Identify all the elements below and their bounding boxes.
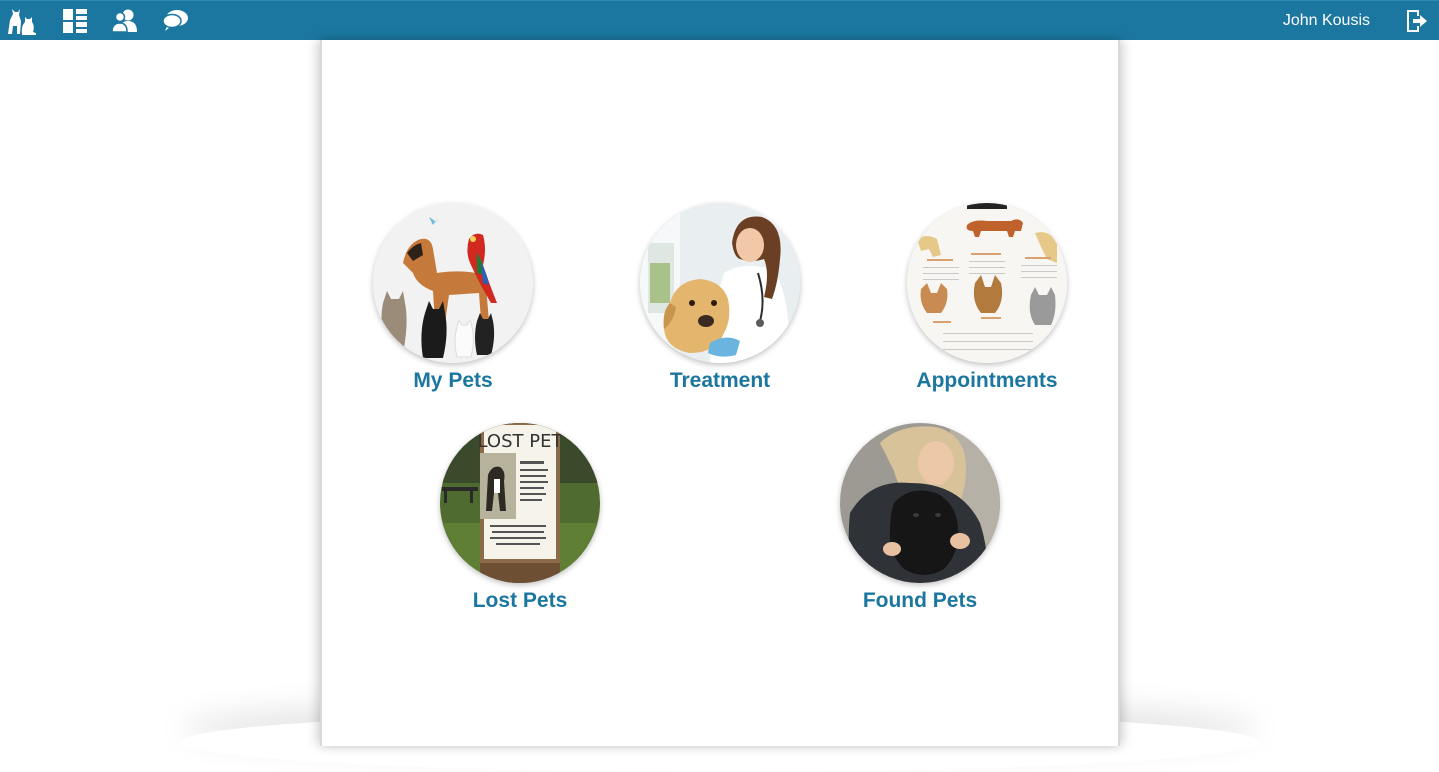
my-pets-tile[interactable]: My Pets bbox=[353, 203, 553, 393]
lost-pets-tile[interactable]: LOST PET Lost Pets bbox=[420, 423, 620, 613]
lost-pets-image[interactable]: LOST PET bbox=[440, 423, 600, 583]
appointments-tile[interactable]: Appointments bbox=[887, 203, 1087, 393]
found-pets-label[interactable]: Found Pets bbox=[820, 589, 1020, 613]
dashboard-icon[interactable] bbox=[58, 5, 92, 37]
treatment-image[interactable] bbox=[640, 203, 800, 363]
pets-logo-icon[interactable] bbox=[4, 5, 38, 37]
appointments-label[interactable]: Appointments bbox=[887, 369, 1087, 393]
treatment-label[interactable]: Treatment bbox=[620, 369, 820, 393]
my-pets-label[interactable]: My Pets bbox=[353, 369, 553, 393]
logout-icon[interactable] bbox=[1403, 8, 1429, 34]
chat-icon[interactable] bbox=[158, 5, 192, 37]
lost-pets-label[interactable]: Lost Pets bbox=[420, 589, 620, 613]
lost-poster-heading: LOST PET bbox=[478, 431, 564, 452]
my-pets-image[interactable] bbox=[373, 203, 533, 363]
users-icon[interactable] bbox=[108, 5, 142, 37]
found-pets-tile[interactable]: Found Pets bbox=[820, 423, 1020, 613]
treatment-tile[interactable]: Treatment bbox=[620, 203, 820, 393]
appointments-image[interactable] bbox=[907, 203, 1067, 363]
main-content-panel: My Pets Treatment Appointments LOST PET … bbox=[320, 40, 1120, 746]
user-name-link[interactable]: John Kousis bbox=[1283, 12, 1370, 30]
top-navigation-bar: John Kousis bbox=[0, 0, 1439, 40]
found-pets-image[interactable] bbox=[840, 423, 1000, 583]
